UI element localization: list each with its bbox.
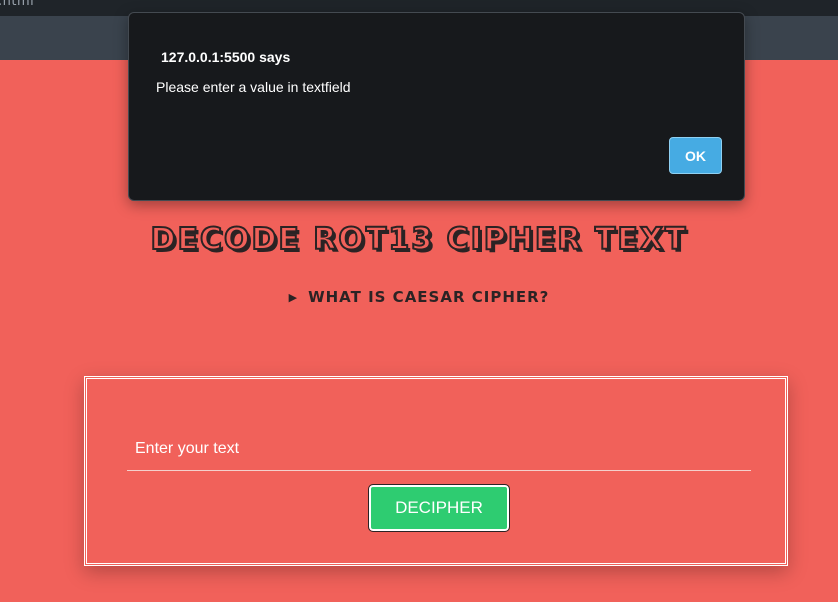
cipher-form: DECIPHER xyxy=(84,376,788,566)
decipher-button[interactable]: DECIPHER xyxy=(368,484,510,532)
browser-tab-title[interactable]: .html xyxy=(0,0,34,9)
disclosure-triangle-icon: ▶ xyxy=(288,291,299,304)
details-summary-label: What is caesar cipher? xyxy=(308,288,550,306)
alert-title: 127.0.0.1:5500 says xyxy=(161,49,291,65)
caesar-cipher-details-toggle[interactable]: ▶ What is caesar cipher? xyxy=(0,288,838,306)
cipher-text-input[interactable] xyxy=(127,427,751,471)
alert-message: Please enter a value in textfield xyxy=(156,79,351,95)
page-title: Decode ROT13 Cipher Text xyxy=(150,221,688,258)
alert-ok-button[interactable]: OK xyxy=(669,137,722,174)
alert-dialog: 127.0.0.1:5500 says Please enter a value… xyxy=(128,12,745,201)
